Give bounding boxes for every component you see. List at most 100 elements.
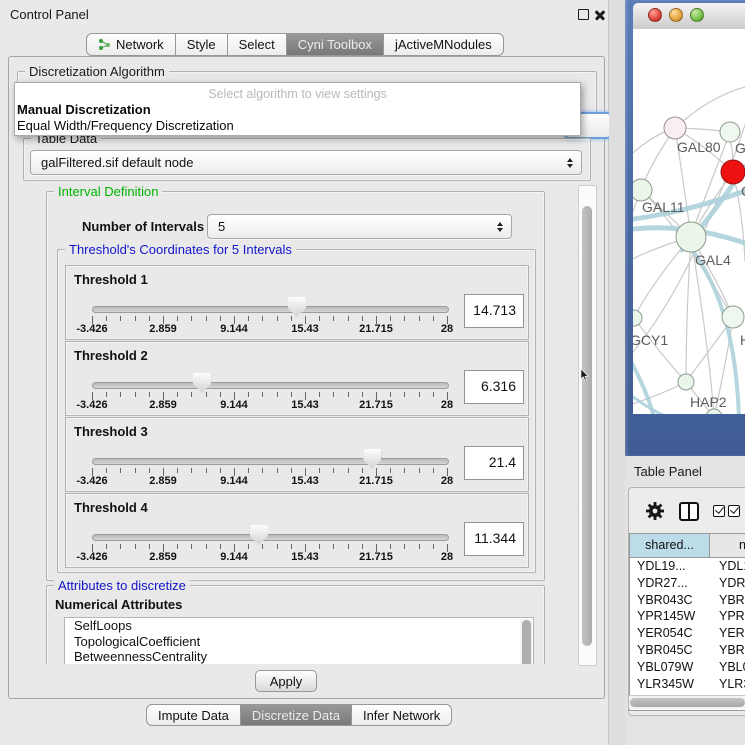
- network-node[interactable]: [721, 160, 745, 184]
- table-row-ypr145w[interactable]: YPR145WYPR1: [630, 608, 745, 625]
- slider-track[interactable]: [92, 534, 449, 541]
- network-node[interactable]: [722, 306, 744, 328]
- minor-tick: [404, 316, 405, 321]
- apply-button[interactable]: Apply: [255, 670, 317, 692]
- table-row-ylr345w[interactable]: YLR345WYLR3: [630, 676, 745, 693]
- tab-infer-network[interactable]: Infer Network: [352, 704, 452, 726]
- group-title: Interval Definition: [54, 185, 162, 199]
- zoom-traffic-light-icon[interactable]: [690, 8, 704, 22]
- numerical-attributes-list[interactable]: SelfLoopsTopologicalCoefficientBetweenne…: [64, 617, 534, 664]
- table-row-ybr045c[interactable]: YBR045CYBR0: [630, 642, 745, 659]
- column-header-shared-name[interactable]: shared...: [630, 534, 710, 557]
- tab-jactivemnodules[interactable]: jActiveMNodules: [384, 33, 504, 56]
- network-edge-highlighted: [691, 248, 739, 414]
- scrollbar-thumb[interactable]: [582, 206, 592, 646]
- list-item-topologicalcoefficient[interactable]: TopologicalCoefficient: [65, 634, 533, 650]
- minor-tick: [106, 316, 107, 321]
- top-tab-bar: NetworkStyleSelectCyni ToolboxjActiveMNo…: [86, 33, 504, 56]
- table-panel-title: Table Panel: [634, 464, 702, 479]
- table-row-ydl19[interactable]: YDL19...YDL1: [630, 558, 745, 575]
- slider-track[interactable]: [92, 382, 449, 389]
- tab-style[interactable]: Style: [176, 33, 228, 56]
- scrollbar-thumb[interactable]: [630, 698, 745, 707]
- table-row-ydr27[interactable]: YDR27...YDR2: [630, 575, 745, 592]
- list-item-selfloops[interactable]: SelfLoops: [65, 618, 533, 634]
- slider-track[interactable]: [92, 458, 449, 465]
- minor-tick: [362, 544, 363, 549]
- intervals-combobox[interactable]: 5: [207, 214, 512, 239]
- minor-tick: [277, 544, 278, 549]
- minor-tick: [390, 392, 391, 397]
- threshold-value-field[interactable]: 6.316: [464, 370, 524, 404]
- network-node[interactable]: [664, 117, 686, 139]
- minor-tick: [433, 392, 434, 397]
- vertical-scrollbar[interactable]: [578, 185, 597, 666]
- scrollbar-thumb[interactable]: [522, 620, 531, 664]
- spinner-arrows-icon: [567, 158, 573, 168]
- table-data-combobox[interactable]: galFiltered.sif default node: [30, 150, 582, 175]
- network-node[interactable]: [633, 310, 642, 326]
- minor-tick: [220, 392, 221, 397]
- slider-thumb[interactable]: [193, 373, 211, 393]
- minor-tick: [277, 316, 278, 321]
- tick-label: -3.426: [76, 475, 107, 487]
- minor-tick: [319, 316, 320, 321]
- tab-cyni-toolbox[interactable]: Cyni Toolbox: [287, 33, 384, 56]
- slider-thumb[interactable]: [288, 297, 306, 317]
- table-row-yer054c[interactable]: YER054CYER0: [630, 625, 745, 642]
- tick-label: 28: [441, 323, 453, 335]
- tab-impute-data[interactable]: Impute Data: [146, 704, 241, 726]
- slider-thumb[interactable]: [363, 449, 381, 469]
- minor-tick: [248, 316, 249, 321]
- network-canvas[interactable]: GAL80GACGAL11GAL4GCY1HHAP2: [633, 29, 745, 414]
- tick-label: -3.426: [76, 551, 107, 563]
- minor-tick: [191, 544, 192, 549]
- threshold-panel-3: Threshold 3-3.4262.8599.14415.4321.71528…: [65, 417, 529, 492]
- network-graph: GAL80GACGAL11GAL4GCY1HHAP2: [633, 29, 745, 414]
- minor-tick: [262, 316, 263, 321]
- threshold-panel-2: Threshold 2-3.4262.8599.14415.4321.71528…: [65, 341, 529, 416]
- table-row-ybl079w[interactable]: YBL079WYBL0: [630, 659, 745, 676]
- minimize-traffic-light-icon[interactable]: [669, 8, 683, 22]
- network-window-titlebar[interactable]: [633, 3, 745, 30]
- tab-network[interactable]: Network: [86, 33, 176, 56]
- network-node[interactable]: [678, 374, 694, 390]
- tab-label: Discretize Data: [252, 708, 340, 723]
- network-node[interactable]: [720, 122, 740, 142]
- tick-label: 9.144: [220, 551, 248, 563]
- minor-tick: [177, 392, 178, 397]
- slider-track[interactable]: [92, 306, 449, 313]
- checkbox-pair-icon[interactable]: [713, 505, 740, 517]
- dropdown-option-manual-discretization[interactable]: Manual Discretization: [17, 102, 151, 117]
- close-traffic-light-icon[interactable]: [648, 8, 662, 22]
- slider-thumb[interactable]: [250, 525, 268, 545]
- network-node[interactable]: [633, 179, 652, 201]
- tick-label: 28: [441, 399, 453, 411]
- network-node[interactable]: [676, 222, 706, 252]
- minor-tick: [433, 544, 434, 549]
- column-header-name[interactable]: na: [710, 534, 745, 557]
- app-root: Control Panel NetworkStyleSelectCyni Too…: [0, 0, 745, 745]
- minor-tick: [348, 316, 349, 321]
- list-scrollbar[interactable]: [520, 619, 532, 664]
- threshold-value-field[interactable]: 21.4: [464, 446, 524, 480]
- split-table-icon[interactable]: [679, 502, 699, 521]
- tab-select[interactable]: Select: [228, 33, 287, 56]
- settings-gear-icon[interactable]: [645, 501, 665, 521]
- close-icon[interactable]: [594, 9, 606, 20]
- dropdown-option-equal-width-frequency[interactable]: Equal Width/Frequency Discretization: [17, 118, 234, 133]
- minor-tick: [206, 392, 207, 397]
- threshold-value-field[interactable]: 11.344: [464, 522, 524, 556]
- intervals-combobox-value: 5: [218, 219, 225, 234]
- minor-tick: [248, 468, 249, 473]
- tab-discretize-data[interactable]: Discretize Data: [241, 704, 352, 726]
- table-row-ybr043c[interactable]: YBR043CYBR0: [630, 592, 745, 609]
- horizontal-scrollbar[interactable]: [629, 695, 745, 709]
- tick-label: 21.715: [359, 323, 393, 335]
- network-node-label: GCY1: [633, 332, 668, 348]
- list-item-betweennesscentrality[interactable]: BetweennessCentrality: [65, 649, 533, 664]
- dropdown-hint: Select algorithm to view settings: [15, 87, 580, 101]
- threshold-value-field[interactable]: 14.713: [464, 294, 524, 328]
- float-window-icon[interactable]: [578, 9, 589, 20]
- table-cell: YLR345W: [630, 676, 710, 693]
